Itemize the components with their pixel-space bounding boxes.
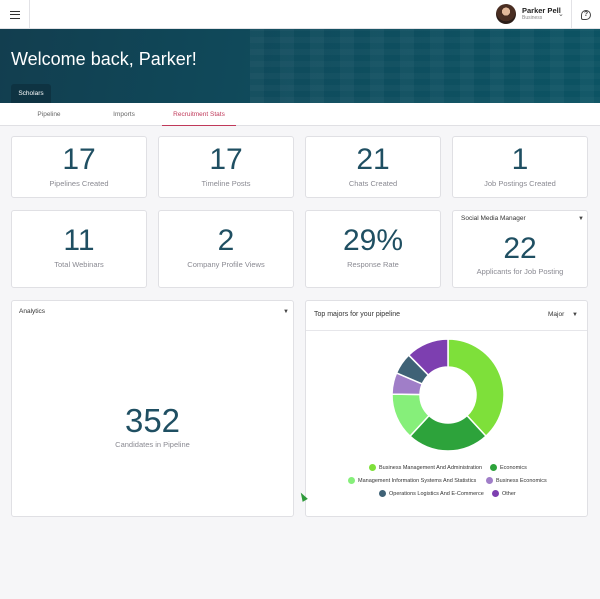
chevron-down-icon[interactable]: ⌄ xyxy=(558,10,564,18)
top-bar: Parker Pell Business ⌄ ? xyxy=(0,0,600,29)
legend-label: Economics xyxy=(500,464,527,471)
legend-swatch xyxy=(486,477,493,484)
stat-value: 29% xyxy=(342,224,404,257)
tab-imports[interactable]: Imports xyxy=(95,103,153,126)
sub-navigation: Pipeline Imports Recruitment Stats xyxy=(0,103,600,126)
stat-card-profile-views: 2 Company Profile Views xyxy=(158,210,294,288)
help-icon: ? xyxy=(581,9,591,20)
analytics-dropdown[interactable]: Analytics xyxy=(19,308,45,315)
page-title: Welcome back, Parker! xyxy=(11,49,197,69)
legend-item: Business Management And Administration xyxy=(369,464,482,471)
avatar[interactable] xyxy=(496,4,516,24)
legend-swatch xyxy=(348,477,355,484)
legend-swatch xyxy=(492,490,499,497)
stat-label: Company Profile Views xyxy=(187,260,265,269)
legend-label: Business Management And Administration xyxy=(379,464,483,471)
legend-label: Management Information Systems And Stati… xyxy=(358,477,477,484)
stat-card-timeline-posts: 17 Timeline Posts xyxy=(158,136,294,198)
legend-item: Business Economics xyxy=(486,477,547,484)
majors-card: Top majors for your pipeline Major ▼ Bus… xyxy=(305,300,588,517)
tab-recruitment-stats[interactable]: Recruitment Stats xyxy=(162,103,236,126)
analytics-card: Analytics ▼ 352 Candidates in Pipeline xyxy=(11,300,294,517)
job-posting-dropdown[interactable]: Social Media Manager xyxy=(461,215,526,222)
user-name: Parker Pell xyxy=(522,5,561,15)
analytics-label: Candidates in Pipeline xyxy=(115,440,190,449)
hamburger-menu-button[interactable] xyxy=(0,0,30,29)
stat-value: 1 xyxy=(511,143,529,176)
caret-down-icon[interactable]: ▼ xyxy=(578,216,584,222)
stat-value: 2 xyxy=(217,224,235,257)
stat-label: Pipelines Created xyxy=(49,179,109,188)
stat-label: Response Rate xyxy=(347,260,399,269)
legend-swatch xyxy=(369,464,376,471)
legend-swatch xyxy=(379,490,386,497)
stat-card-webinars: 11 Total Webinars xyxy=(11,210,147,288)
tab-scholars[interactable]: Scholars xyxy=(11,84,51,103)
stat-label: Timeline Posts xyxy=(201,179,251,188)
stat-value: 17 xyxy=(209,143,243,176)
legend-swatch xyxy=(490,464,497,471)
user-role: Business xyxy=(522,15,543,22)
stat-card-response-rate: 29% Response Rate xyxy=(305,210,441,288)
stat-value: 17 xyxy=(62,143,96,176)
stat-card-pipelines: 17 Pipelines Created xyxy=(11,136,147,198)
user-menu[interactable]: Parker Pell Business xyxy=(496,3,561,25)
stat-card-applicants: Social Media Manager ▼ 22 Applicants for… xyxy=(452,210,588,288)
stat-label: Job Postings Created xyxy=(484,179,556,188)
stat-value: 11 xyxy=(63,224,95,257)
stat-label: Total Webinars xyxy=(54,260,104,269)
hero-banner: Welcome back, Parker! Scholars xyxy=(0,29,600,103)
hamburger-icon xyxy=(9,10,20,19)
stat-card-job-postings: 1 Job Postings Created xyxy=(452,136,588,198)
stat-value: 21 xyxy=(356,143,390,176)
stat-label: Applicants for Job Posting xyxy=(476,267,564,276)
tab-pipeline[interactable]: Pipeline xyxy=(20,103,78,126)
stat-card-chats: 21 Chats Created xyxy=(305,136,441,198)
caret-down-icon[interactable]: ▼ xyxy=(283,309,289,315)
legend-item: Operations Logistics And E-Commerce xyxy=(379,490,484,497)
legend-label: Operations Logistics And E-Commerce xyxy=(389,490,484,497)
legend-label: Other xyxy=(502,490,516,497)
legend-item: Other xyxy=(492,490,516,497)
stat-label: Chats Created xyxy=(348,179,398,188)
legend-item: Management Information Systems And Stati… xyxy=(348,477,476,484)
legend-label: Business Economics xyxy=(496,477,547,484)
legend-item: Economics xyxy=(490,464,527,471)
donut-chart xyxy=(391,338,505,452)
analytics-value: 352 xyxy=(124,402,181,439)
help-button[interactable]: ? xyxy=(571,0,600,29)
stat-value: 22 xyxy=(503,232,537,265)
